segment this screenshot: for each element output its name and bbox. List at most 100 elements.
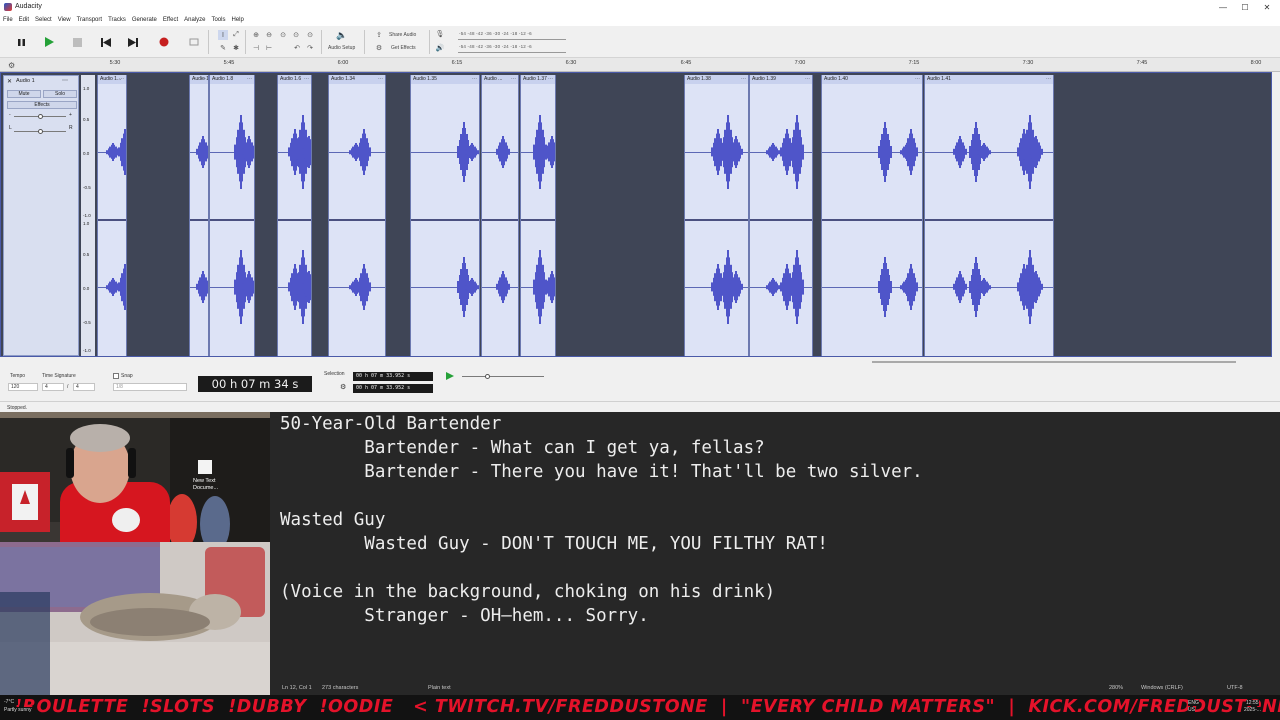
text-line[interactable]: Bartender - There you have it! That'll b… <box>280 462 922 482</box>
clock-time[interactable]: 12:55 <box>1246 700 1259 706</box>
selection-end[interactable]: 00 h 07 m 33.952 s <box>353 384 433 393</box>
gain-slider-knob[interactable] <box>38 114 43 119</box>
audio-clip[interactable]: Audio 1...⋯ <box>189 75 209 356</box>
audio-clip[interactable]: Audio 1.37 ⋯ <box>520 75 556 356</box>
clip-menu-icon[interactable]: ⋯ <box>304 75 309 84</box>
vertical-scale[interactable]: 1.0 0.5 0.0 -0.5 -1.0 1.0 0.5 0.0 -0.5 -… <box>81 75 95 356</box>
clip-header[interactable]: Audio 1.38 ⋯ <box>685 75 748 84</box>
clip-header[interactable]: Audio 1.37 ⋯ <box>521 75 555 84</box>
draw-tool-icon[interactable]: ✎ <box>218 43 228 53</box>
audio-clip[interactable]: Audio 1.34 ⋯ <box>328 75 386 356</box>
playback-speed-knob[interactable] <box>485 374 490 379</box>
menu-edit[interactable]: Edit <box>16 15 32 23</box>
zoom-in-icon[interactable]: ⊕ <box>251 30 261 40</box>
pan-slider-knob[interactable] <box>38 129 43 134</box>
language-indicator[interactable]: ENG <box>1188 700 1199 706</box>
menu-help[interactable]: Help <box>228 15 246 23</box>
multi-tool-icon[interactable]: ✱ <box>231 43 241 53</box>
menu-file[interactable]: File <box>0 15 16 23</box>
menu-transport[interactable]: Transport <box>74 15 105 23</box>
clip-header[interactable]: Audio 1.8 ⋯ <box>210 75 254 84</box>
audio-clip[interactable]: Audio 1.35 ⋯ <box>410 75 480 356</box>
clip-menu-icon[interactable]: ⋯ <box>741 75 746 84</box>
playback-speed-slider[interactable] <box>462 376 544 377</box>
clip-menu-icon[interactable]: ⋯ <box>511 75 516 84</box>
time-sig-denominator[interactable]: 4 <box>73 383 95 391</box>
tempo-input[interactable]: 120 <box>8 383 38 391</box>
undo-icon[interactable]: ↶ <box>292 43 302 53</box>
weather-temp[interactable]: -7°C <box>4 699 19 705</box>
get-effects-button[interactable]: Get Effects <box>391 45 416 51</box>
desktop-icon-label-2[interactable]: Docume... <box>193 485 218 491</box>
clip-menu-icon[interactable]: ⋯ <box>201 75 206 84</box>
skip-to-end-button[interactable] <box>124 33 142 51</box>
effects-plug-icon[interactable]: ⚙ <box>374 43 384 53</box>
record-button[interactable] <box>155 33 173 51</box>
text-line[interactable]: Wasted Guy <box>280 510 385 530</box>
solo-button[interactable]: Solo <box>43 90 77 98</box>
mute-button[interactable]: Mute <box>7 90 41 98</box>
clip-header[interactable]: Audio 1...⋯ <box>98 75 126 84</box>
audio-setup-label[interactable]: Audio Setup <box>328 45 355 51</box>
text-line[interactable]: 50-Year-Old Bartender <box>280 414 501 434</box>
clip-menu-icon[interactable]: ⋯ <box>1046 75 1051 84</box>
clip-menu-icon[interactable]: ⋯ <box>378 75 383 84</box>
play-at-speed-icon[interactable] <box>446 372 454 380</box>
track-control-panel[interactable]: ✕ Audio 1 ⋯ Mute Solo Effects - + L R <box>3 75 79 356</box>
audio-clip[interactable]: Audio 1.8 ⋯ <box>209 75 255 356</box>
menu-tools[interactable]: Tools <box>208 15 228 23</box>
text-line[interactable]: Stranger - OH—hem... Sorry. <box>280 606 648 626</box>
clip-header[interactable]: Audio 1.35 ⋯ <box>411 75 479 84</box>
selection-settings-icon[interactable]: ⚙ <box>340 383 346 391</box>
audio-clip[interactable]: Audio 1.6 ⋯ <box>277 75 312 356</box>
timeline-settings-icon[interactable]: ⚙ <box>8 61 15 70</box>
loop-button[interactable] <box>185 33 203 51</box>
skip-to-start-button[interactable] <box>97 33 115 51</box>
playback-meter[interactable] <box>458 52 566 53</box>
close-button[interactable]: ✕ <box>1254 1 1280 14</box>
audio-clip[interactable]: Audio 1...⋯ <box>97 75 127 356</box>
text-line[interactable]: Bartender - What can I get ya, fellas? <box>280 438 764 458</box>
effects-button[interactable]: Effects <box>7 101 77 109</box>
timeline-ruler[interactable]: ⚙ 5:30 5:45 6:00 6:15 6:30 6:45 7:00 7:1… <box>0 58 1280 72</box>
audio-clip[interactable]: Audio 1.38 ⋯ <box>684 75 749 356</box>
language-region[interactable]: US <box>1188 707 1195 713</box>
menu-analyze[interactable]: Analyze <box>181 15 208 23</box>
clip-menu-icon[interactable]: ⋯ <box>472 75 477 84</box>
clip-header[interactable]: Audio 1.41 ⋯ <box>925 75 1053 84</box>
zoom-selection-icon[interactable]: ⊙ <box>278 30 288 40</box>
redo-icon[interactable]: ↷ <box>305 43 315 53</box>
track-area[interactable]: ✕ Audio 1 ⋯ Mute Solo Effects - + L R 1.… <box>0 72 1272 357</box>
share-audio-button[interactable]: Share Audio <box>389 32 416 38</box>
clip-menu-icon[interactable]: ⋯ <box>548 75 553 84</box>
clip-header[interactable]: Audio 1.40 ⋯ <box>822 75 922 84</box>
clip-header[interactable]: Audio 1.39 ⋯ <box>750 75 812 84</box>
clip-menu-icon[interactable]: ⋯ <box>915 75 920 84</box>
menu-tracks[interactable]: Tracks <box>105 15 129 23</box>
track-close-icon[interactable]: ✕ <box>7 78 12 85</box>
speaker-icon[interactable]: 🔈 <box>336 30 347 40</box>
text-line[interactable]: Wasted Guy - DON'T TOUCH ME, YOU FILTHY … <box>280 534 828 554</box>
record-meter[interactable] <box>458 39 566 40</box>
time-display[interactable]: 00 h 07 m 34 s <box>198 376 312 392</box>
play-button[interactable] <box>40 33 58 51</box>
status-zoom[interactable]: 280% <box>1109 685 1123 691</box>
menu-select[interactable]: Select <box>32 15 55 23</box>
clock-date[interactable]: 2025-... <box>1244 707 1261 713</box>
track-menu-icon[interactable]: ⋯ <box>62 77 68 84</box>
envelope-tool-icon[interactable]: ⤢ <box>231 30 241 40</box>
clip-menu-icon[interactable]: ⋯ <box>805 75 810 84</box>
selection-start[interactable]: 00 h 07 m 33.952 s <box>353 372 433 381</box>
playback-meter-scale[interactable]: -54 -48 -42 -36 -30 -24 -18 -12 -6 <box>459 44 532 49</box>
clip-menu-icon[interactable]: ⋯ <box>119 75 124 84</box>
text-line[interactable]: (Voice in the background, choking on his… <box>280 582 775 602</box>
selection-tool-icon[interactable]: I <box>218 30 228 40</box>
clip-header[interactable]: Audio 1.34 ⋯ <box>329 75 385 84</box>
zoom-toggle-icon[interactable]: ⊙ <box>305 30 315 40</box>
menu-effect[interactable]: Effect <box>160 15 181 23</box>
clip-header[interactable]: Audio ... ⋯ <box>482 75 518 84</box>
menu-view[interactable]: View <box>55 15 74 23</box>
clip-header[interactable]: Audio 1...⋯ <box>190 75 208 84</box>
menu-generate[interactable]: Generate <box>129 15 160 23</box>
snap-checkbox[interactable] <box>113 373 119 379</box>
